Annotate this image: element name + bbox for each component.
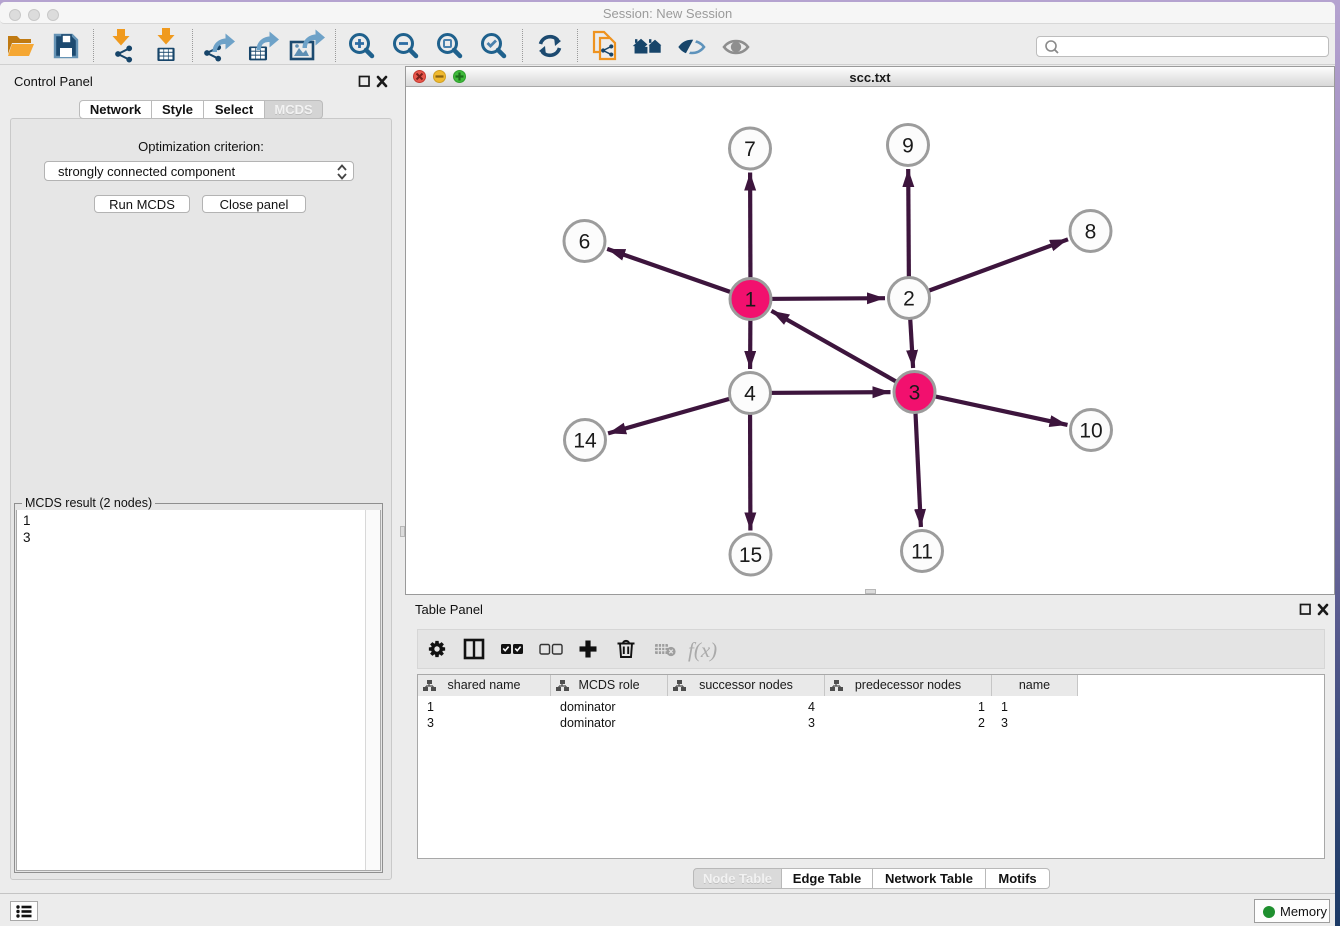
svg-text:4: 4	[744, 383, 756, 406]
svg-text:14: 14	[573, 430, 597, 453]
svg-text:9: 9	[902, 135, 914, 158]
svg-text:1: 1	[745, 289, 757, 312]
svg-text:10: 10	[1079, 420, 1102, 443]
svg-text:2: 2	[903, 288, 915, 311]
svg-text:15: 15	[739, 544, 762, 567]
svg-text:8: 8	[1085, 221, 1097, 244]
svg-text:7: 7	[744, 138, 756, 161]
svg-text:11: 11	[911, 541, 933, 564]
svg-text:6: 6	[579, 231, 591, 254]
svg-text:f(x): f(x)	[688, 638, 717, 662]
svg-text:3: 3	[909, 382, 921, 405]
